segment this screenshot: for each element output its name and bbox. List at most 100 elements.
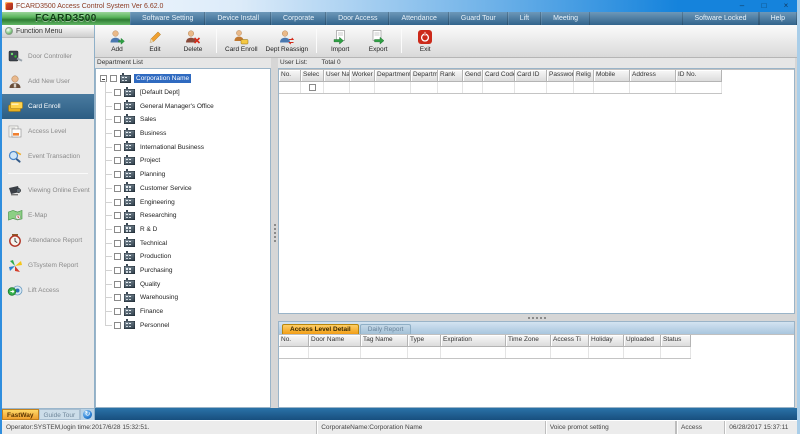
dept-checkbox[interactable] bbox=[114, 226, 121, 233]
column-header[interactable]: No. bbox=[279, 70, 301, 82]
dept-label[interactable]: Engineering bbox=[138, 198, 177, 207]
sidebar-item-e-map[interactable]: E-Map bbox=[2, 203, 94, 228]
sidebar-item-viewing-online-event[interactable]: Viewing Online Event bbox=[2, 178, 94, 203]
dept-label[interactable]: Project bbox=[138, 156, 162, 165]
vertical-splitter[interactable] bbox=[271, 58, 278, 408]
sidebar-item-card-enroll[interactable]: Card Enroll bbox=[2, 94, 94, 119]
dept-label[interactable]: Warehousing bbox=[138, 293, 180, 302]
menu-corporate[interactable]: Corporate bbox=[271, 12, 326, 25]
tab-fastway[interactable]: FastWay bbox=[2, 409, 39, 420]
dept-label[interactable]: Customer Service bbox=[138, 184, 194, 193]
column-header[interactable]: Mobile bbox=[594, 70, 630, 82]
card-enroll-button[interactable]: Card Enroll bbox=[221, 26, 262, 57]
tab-guide-tour[interactable]: Guide Tour bbox=[39, 409, 81, 420]
column-header[interactable]: User Nam bbox=[324, 70, 350, 82]
menu-guard-tour[interactable]: Guard Tour bbox=[449, 12, 508, 25]
sidebar-item-event-transaction[interactable]: Event Transaction bbox=[2, 144, 94, 169]
horizontal-splitter[interactable] bbox=[278, 314, 795, 321]
column-header[interactable]: Access Ti bbox=[551, 335, 589, 347]
menu-software-locked[interactable]: Software Locked bbox=[682, 12, 758, 25]
dept-label[interactable]: Quality bbox=[138, 280, 162, 289]
dept-checkbox[interactable] bbox=[114, 240, 121, 247]
dept-checkbox[interactable] bbox=[114, 103, 121, 110]
column-header[interactable]: Selec bbox=[301, 70, 324, 82]
sidebar-item-lift-access[interactable]: Lift Access bbox=[2, 278, 94, 303]
menu-meeting[interactable]: Meeting bbox=[541, 12, 590, 25]
import-button[interactable]: Import bbox=[321, 26, 359, 57]
sidebar-item-gtsystem-report[interactable]: GTsystem Report bbox=[2, 253, 94, 278]
menu-software-setting[interactable]: Software Setting bbox=[130, 12, 205, 25]
access-level-empty-row[interactable] bbox=[279, 347, 691, 359]
sidebar-item-add-new-user[interactable]: Add New User bbox=[2, 69, 94, 94]
column-header[interactable]: Status bbox=[661, 335, 691, 347]
root-checkbox[interactable] bbox=[110, 75, 117, 82]
column-header[interactable]: Rank bbox=[438, 70, 463, 82]
dept-checkbox[interactable] bbox=[114, 294, 121, 301]
tree-dept-node[interactable]: Personnel bbox=[113, 318, 270, 332]
tree-dept-node[interactable]: General Manager's Office bbox=[113, 99, 270, 113]
column-header[interactable]: Door Name bbox=[309, 335, 361, 347]
sidebar-item-access-level[interactable]: Access Level bbox=[2, 119, 94, 144]
column-header[interactable]: Uploaded bbox=[624, 335, 661, 347]
dept-checkbox[interactable] bbox=[114, 308, 121, 315]
column-header[interactable]: Relig bbox=[574, 70, 594, 82]
column-header[interactable]: Departme bbox=[411, 70, 438, 82]
dept-label[interactable]: [Default Dept] bbox=[138, 88, 182, 97]
tree-dept-node[interactable]: Purchasing bbox=[113, 264, 270, 278]
dept-label[interactable]: International Business bbox=[138, 143, 206, 152]
column-header[interactable]: Passwor bbox=[547, 70, 574, 82]
maximize-button[interactable]: □ bbox=[753, 0, 775, 12]
column-header[interactable]: Holiday bbox=[589, 335, 624, 347]
column-header[interactable]: Time Zone bbox=[506, 335, 551, 347]
tree-dept-node[interactable]: [Default Dept] bbox=[113, 86, 270, 100]
tree-dept-node[interactable]: Project bbox=[113, 154, 270, 168]
menu-lift[interactable]: Lift bbox=[508, 12, 541, 25]
dept-label[interactable]: General Manager's Office bbox=[138, 102, 216, 111]
column-header[interactable]: Tag Name bbox=[361, 335, 408, 347]
delete-button[interactable]: Delete bbox=[174, 26, 212, 57]
dept-label[interactable]: R & D bbox=[138, 225, 159, 234]
tree-dept-node[interactable]: Customer Service bbox=[113, 182, 270, 196]
tree-dept-node[interactable]: Engineering bbox=[113, 195, 270, 209]
dept-checkbox[interactable] bbox=[114, 267, 121, 274]
tree-dept-node[interactable]: Researching bbox=[113, 209, 270, 223]
sidebar-help-tab[interactable]: ↻ bbox=[80, 409, 94, 420]
column-header[interactable]: Gend bbox=[463, 70, 483, 82]
column-header[interactable]: Card ID bbox=[515, 70, 547, 82]
dept-checkbox[interactable] bbox=[114, 171, 121, 178]
dept-checkbox[interactable] bbox=[114, 130, 121, 137]
dept-label[interactable]: Production bbox=[138, 252, 173, 261]
user-table-empty-row[interactable] bbox=[279, 82, 722, 94]
column-header[interactable]: Card Code bbox=[483, 70, 515, 82]
column-header[interactable]: Department bbox=[375, 70, 411, 82]
menu-device-install[interactable]: Device Install bbox=[205, 12, 271, 25]
column-header[interactable]: No. bbox=[279, 335, 309, 347]
tree-dept-node[interactable]: Technical bbox=[113, 236, 270, 250]
dept-reassign-button[interactable]: Dept Reassign bbox=[262, 26, 313, 57]
tree-dept-node[interactable]: Quality bbox=[113, 277, 270, 291]
dept-label[interactable]: Sales bbox=[138, 115, 158, 124]
dept-checkbox[interactable] bbox=[114, 157, 121, 164]
tree-dept-node[interactable]: R & D bbox=[113, 223, 270, 237]
edit-button[interactable]: Edit bbox=[136, 26, 174, 57]
tree-dept-node[interactable]: Sales bbox=[113, 113, 270, 127]
root-label[interactable]: Corporation Name bbox=[134, 74, 191, 83]
dept-checkbox[interactable] bbox=[114, 89, 121, 96]
dept-checkbox[interactable] bbox=[114, 185, 121, 192]
dept-label[interactable]: Planning bbox=[138, 170, 167, 179]
tree-dept-node[interactable]: Warehousing bbox=[113, 291, 270, 305]
column-header[interactable]: Type bbox=[408, 335, 441, 347]
tab-daily-report[interactable]: Daily Report bbox=[360, 324, 412, 334]
dept-checkbox[interactable] bbox=[114, 199, 121, 206]
dept-label[interactable]: Researching bbox=[138, 211, 179, 220]
column-header[interactable]: Expiration bbox=[441, 335, 506, 347]
dept-checkbox[interactable] bbox=[114, 116, 121, 123]
sidebar-item-door-controller[interactable]: Door Controller bbox=[2, 44, 94, 69]
tree-root-node[interactable]: Corporation Name bbox=[100, 72, 270, 86]
dept-label[interactable]: Purchasing bbox=[138, 266, 175, 275]
dept-checkbox[interactable] bbox=[114, 322, 121, 329]
dept-label[interactable]: Finance bbox=[138, 307, 165, 316]
dept-label[interactable]: Business bbox=[138, 129, 168, 138]
dept-checkbox[interactable] bbox=[114, 212, 121, 219]
tree-dept-node[interactable]: Planning bbox=[113, 168, 270, 182]
